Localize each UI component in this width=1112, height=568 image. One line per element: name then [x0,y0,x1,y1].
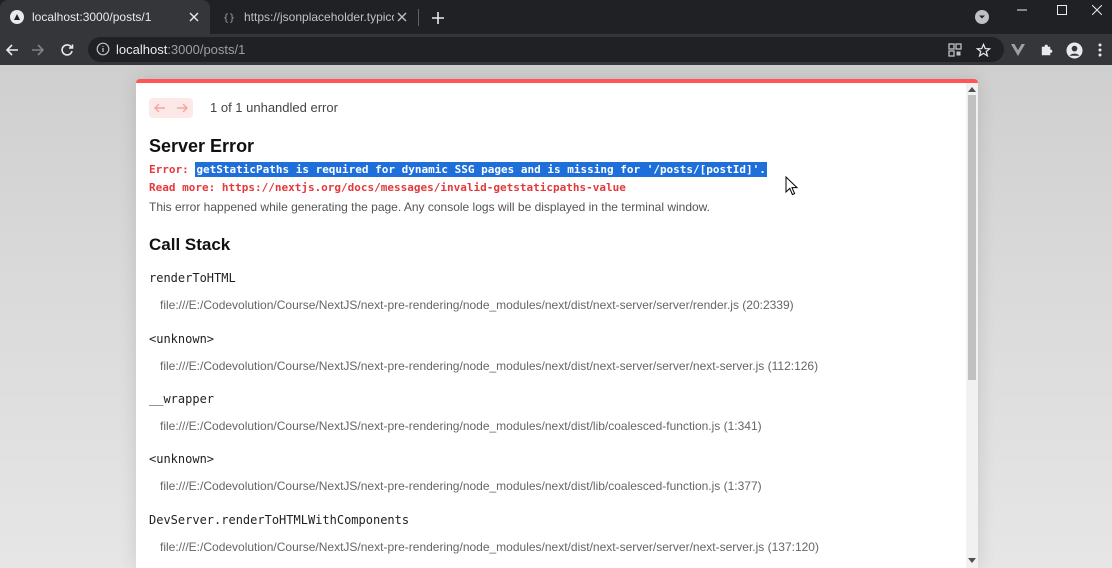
info-icon[interactable] [96,42,110,56]
browser-toolbar: localhost:3000/posts/1 [0,34,1112,65]
close-icon [1092,5,1102,15]
overlay-scrollbar[interactable] [966,83,978,568]
minimize-button[interactable] [1002,0,1042,20]
tab-title: https://jsonplaceholder.typicode. [244,10,394,24]
window-close-button[interactable] [1082,0,1112,20]
scroll-up-icon[interactable] [968,85,976,93]
tab-localhost[interactable]: localhost:3000/posts/1 [0,0,210,34]
install-app-button[interactable] [946,41,964,59]
scroll-down-icon[interactable] [968,557,976,565]
tab-title: localhost:3000/posts/1 [32,10,152,24]
call-stack-title: Call Stack [149,235,231,254]
error-pagination [149,98,193,118]
close-icon[interactable] [186,9,202,25]
extensions-button[interactable] [1036,40,1056,60]
tab-strip: localhost:3000/posts/1 {} https://jsonpl… [0,0,1112,34]
url-host: localhost [116,42,168,57]
stack-frame-file[interactable]: file:///E:/Codevolution/Course/NextJS/ne… [160,298,794,312]
stack-frame-file[interactable]: file:///E:/Codevolution/Course/NextJS/ne… [160,359,818,373]
star-icon [975,42,991,57]
nextjs-logo-icon [10,10,24,24]
mouse-cursor-icon [785,176,799,196]
arrow-left-icon [5,44,18,56]
chevron-down-circle-icon [975,10,989,24]
error-overlay-dialog: 1 of 1 unhandled error Server Error Erro… [136,79,978,568]
error-description: This error happened while generating the… [149,200,711,214]
stack-frame-file[interactable]: file:///E:/Codevolution/Course/NextJS/ne… [160,479,762,493]
profile-button[interactable] [1064,40,1084,60]
tab-jsonplaceholder[interactable]: {} https://jsonplaceholder.typicode. [214,0,418,34]
server-error-title: Server Error [149,136,255,156]
stack-frame-name[interactable]: <unknown> [149,332,214,346]
stack-frame-name[interactable]: renderToHTML [149,271,236,285]
stack-frame-name[interactable]: <unknown> [149,452,214,466]
stack-frame-file[interactable]: file:///E:/Codevolution/Course/NextJS/ne… [160,540,819,554]
minimize-icon [1017,9,1027,11]
reload-icon [61,44,74,56]
back-button[interactable] [2,40,22,60]
address-bar[interactable]: localhost:3000/posts/1 [88,37,1004,62]
page-viewport: 1 of 1 unhandled error Server Error Erro… [0,65,1112,568]
arrow-right-icon [177,103,188,113]
next-error-button[interactable] [171,98,193,118]
vue-logo-icon [1011,44,1025,56]
forward-button[interactable] [28,40,48,60]
jsonplaceholder-favicon-icon: {} [222,10,236,24]
puzzle-icon [1041,44,1052,55]
avatar-icon [1065,41,1083,59]
tab-search-button[interactable] [974,9,990,25]
svg-text:{}: {} [223,13,235,24]
bookmark-button[interactable] [974,41,992,59]
plus-icon [432,12,444,24]
arrow-right-icon [32,44,45,56]
error-count: 1 of 1 unhandled error [210,100,338,115]
new-tab-button[interactable] [428,8,448,28]
error-prefix: Error: [149,163,196,176]
arrow-left-icon [154,103,165,113]
reload-button[interactable] [57,40,77,60]
stack-frame-file[interactable]: file:///E:/Codevolution/Course/NextJS/ne… [160,419,762,433]
maximize-button[interactable] [1042,0,1082,20]
more-vertical-icon [1098,43,1102,57]
error-message: getStaticPaths is required for dynamic S… [195,162,767,177]
stack-frame-name[interactable]: DevServer.renderToHTMLWithComponents [149,513,409,527]
vue-devtools-extension[interactable] [1008,40,1028,60]
error-message-line: Error: getStaticPaths is required for dy… [149,161,767,179]
tab-separator [418,9,419,26]
url-path: :3000/posts/1 [167,42,246,57]
grid-qr-icon [948,43,962,57]
browser-menu-button[interactable] [1090,40,1110,60]
read-more-link[interactable]: Read more: https://nextjs.org/docs/messa… [149,179,626,197]
url-text[interactable]: localhost:3000/posts/1 [116,37,245,62]
close-icon[interactable] [394,9,410,25]
scrollbar-thumb[interactable] [968,95,976,380]
stack-frame-name[interactable]: __wrapper [149,392,214,406]
previous-error-button[interactable] [149,98,171,118]
maximize-icon [1057,5,1067,15]
